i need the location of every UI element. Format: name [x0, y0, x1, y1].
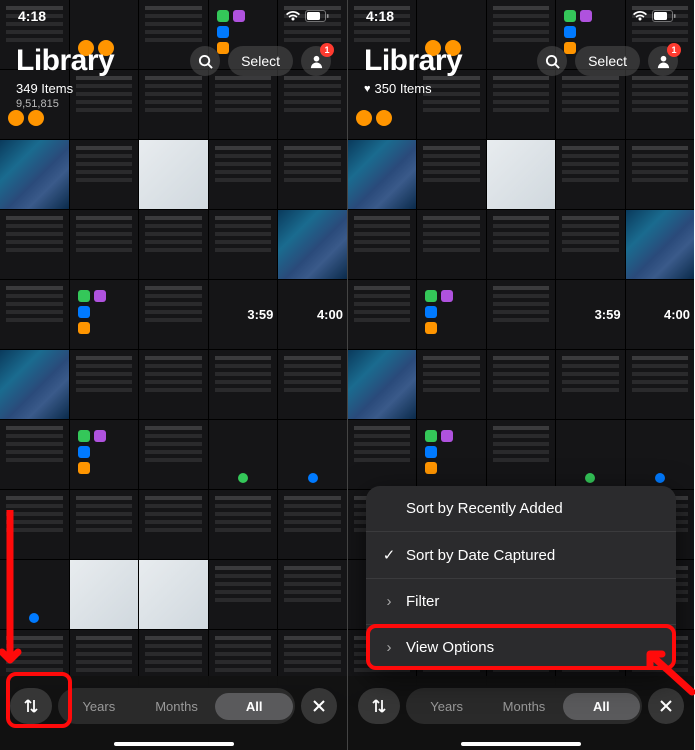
item-count: 349 Items: [16, 81, 331, 96]
page-title: Library: [16, 44, 114, 78]
search-button[interactable]: [190, 46, 220, 76]
status-bar: 4:18: [348, 0, 694, 28]
seg-years[interactable]: Years: [60, 693, 138, 720]
wifi-icon: [285, 10, 301, 22]
page-title: Library: [364, 44, 462, 78]
wifi-icon: [632, 10, 648, 22]
battery-icon: [652, 10, 676, 22]
select-button[interactable]: Select: [575, 46, 640, 76]
select-button[interactable]: Select: [228, 46, 293, 76]
seg-all[interactable]: All: [563, 693, 640, 720]
seg-all[interactable]: All: [215, 693, 293, 720]
sub-value: 9,51,815: [16, 98, 331, 110]
status-time: 4:18: [18, 8, 46, 24]
bottom-toolbar: Years Months All: [0, 676, 347, 750]
view-segment: Years Months All: [406, 688, 642, 724]
seg-months[interactable]: Months: [138, 693, 216, 720]
search-button[interactable]: [537, 46, 567, 76]
profile-button[interactable]: 1: [301, 46, 331, 76]
photo-grid: 3:594:00: [0, 0, 347, 750]
item-count: ♥ 350 Items: [364, 81, 678, 96]
sort-menu: Sort by Recently Added ✓ Sort by Date Ca…: [366, 486, 676, 670]
menu-sort-date[interactable]: ✓ Sort by Date Captured: [366, 532, 676, 579]
phone-right: 3:594:00 4:18 Library Select: [347, 0, 694, 750]
view-segment: Years Months All: [58, 688, 295, 724]
status-time: 4:18: [366, 8, 394, 24]
status-bar: 4:18: [0, 0, 347, 28]
notification-badge: 1: [667, 43, 681, 57]
chevron-right-icon: ›: [382, 593, 396, 610]
chevron-right-icon: ›: [382, 639, 396, 656]
menu-sort-recent[interactable]: Sort by Recently Added: [366, 486, 676, 532]
menu-view-options[interactable]: › View Options: [366, 625, 676, 670]
sort-button[interactable]: [358, 688, 400, 724]
home-indicator[interactable]: [114, 742, 234, 746]
battery-icon: [305, 10, 329, 22]
close-button[interactable]: [301, 688, 337, 724]
profile-button[interactable]: 1: [648, 46, 678, 76]
menu-filter[interactable]: › Filter: [366, 579, 676, 625]
seg-months[interactable]: Months: [485, 693, 562, 720]
seg-years[interactable]: Years: [408, 693, 485, 720]
check-icon: ✓: [382, 546, 396, 564]
heart-icon: ♥: [364, 83, 371, 95]
phone-left: 3:594:00 4:18 Library Select: [0, 0, 347, 750]
bottom-toolbar: Years Months All: [348, 676, 694, 750]
notification-badge: 1: [320, 43, 334, 57]
close-button[interactable]: [648, 688, 684, 724]
sort-button[interactable]: [10, 688, 52, 724]
home-indicator[interactable]: [461, 742, 581, 746]
library-header: Library Select 1 ♥ 350 Items: [348, 38, 694, 96]
library-header: Library Select 1 349 Items 9,51,815: [0, 38, 347, 110]
